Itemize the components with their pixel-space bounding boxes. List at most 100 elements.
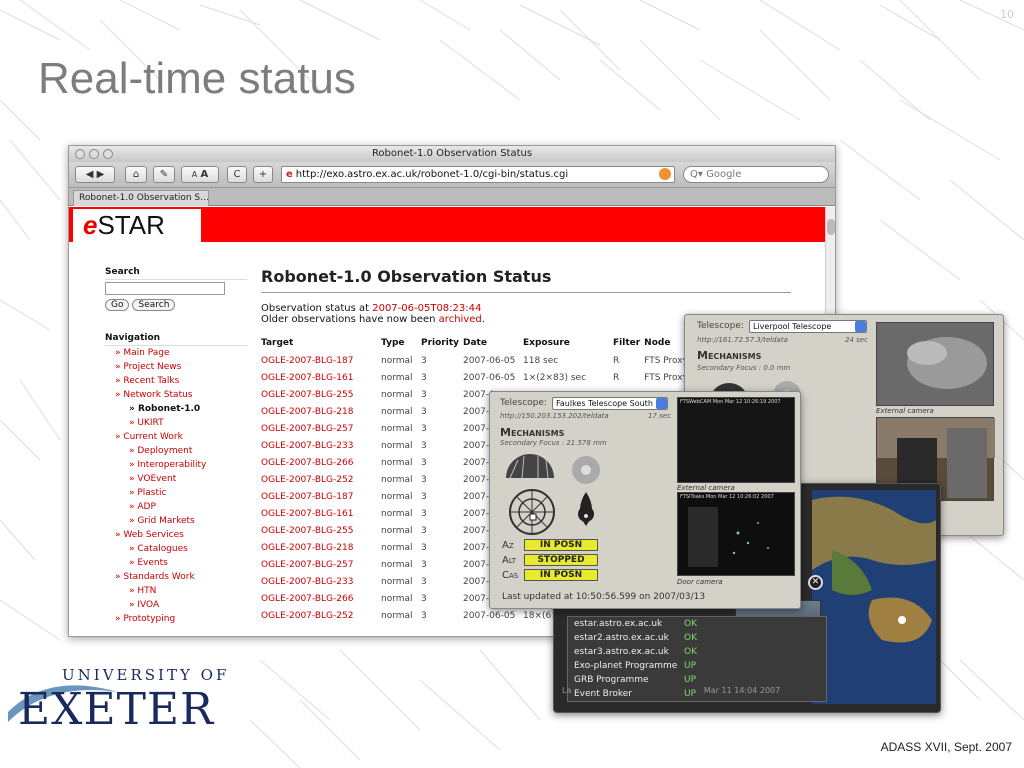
nav-item[interactable]: » ADP (105, 500, 247, 514)
close-window-button[interactable] (75, 149, 85, 159)
nav-item-label[interactable]: » Web Services (115, 530, 184, 540)
nav-item[interactable]: » HTN (105, 584, 247, 598)
telescope-select[interactable]: Liverpool Telescope (749, 320, 867, 333)
nav-item-label[interactable]: » Recent Talks (115, 376, 179, 386)
status-row: GRB Programme UP (568, 673, 826, 687)
nav-item[interactable]: » Main Page (105, 346, 247, 360)
home-button[interactable]: ⌂ (125, 166, 147, 183)
nav-item[interactable]: » Prototyping (105, 612, 247, 626)
target-link[interactable]: OGLE-2007-BLG-266 (261, 454, 381, 471)
target-link[interactable]: OGLE-2007-BLG-187 (261, 488, 381, 505)
nav-item[interactable]: » Grid Markets (105, 514, 247, 528)
nav-item-label[interactable]: » Main Page (115, 348, 170, 358)
nav-item-label[interactable]: » Current Work (115, 432, 183, 442)
service-name: estar2.astro.ex.ac.uk (574, 633, 669, 643)
target-link[interactable]: OGLE-2007-BLG-252 (261, 471, 381, 488)
edit-button[interactable]: ✎ (153, 166, 175, 183)
nav-item-label[interactable]: » Robonet-1.0 (129, 404, 200, 414)
telescope-select-value: Faulkes Telescope South (556, 399, 653, 408)
target-link[interactable]: OGLE-2007-BLG-252 (261, 607, 381, 624)
target-link[interactable]: OGLE-2007-BLG-161 (261, 369, 381, 386)
faulkes-external-camera: FTSWebCAM Mon Mar 12 10:26:19 2007 (677, 397, 795, 483)
tab-observation-status[interactable]: Robonet-1.0 Observation S… (73, 190, 209, 206)
table-cell: 2007-06-05 (463, 355, 516, 366)
nav-item-label[interactable]: » Network Status (115, 390, 192, 400)
service-status: OK (684, 633, 697, 643)
window-controls[interactable] (75, 149, 113, 159)
table-cell: 118 sec (523, 355, 559, 366)
scrollbar-thumb[interactable] (827, 219, 835, 235)
nav-item-label[interactable]: » VOEvent (129, 474, 176, 484)
google-search-input[interactable]: Q▾ Google (683, 166, 829, 183)
nav-item-label[interactable]: » Deployment (129, 446, 192, 456)
target-link[interactable]: OGLE-2007-BLG-218 (261, 403, 381, 420)
target-link[interactable]: OGLE-2007-BLG-187 (261, 352, 381, 369)
target-link[interactable]: OGLE-2007-BLG-266 (261, 590, 381, 607)
nav-item[interactable]: » Project News (105, 360, 247, 374)
target-link[interactable]: OGLE-2007-BLG-161 (261, 505, 381, 522)
zoom-window-button[interactable] (103, 149, 113, 159)
nav-item[interactable]: » Catalogues (105, 542, 247, 556)
nav-item-label[interactable]: » Standards Work (115, 572, 195, 582)
nav-item-label[interactable]: » Plastic (129, 488, 166, 498)
nav-item-label[interactable]: » Catalogues (129, 544, 188, 554)
status-row: estar3.astro.ex.ac.uk OK (568, 645, 826, 659)
service-name: estar3.astro.ex.ac.uk (574, 647, 669, 657)
telescope-select[interactable]: Faulkes Telescope South (552, 397, 668, 410)
nav-item[interactable]: » Events (105, 556, 247, 570)
nav-item[interactable]: » Deployment (105, 444, 247, 458)
nav-item-label[interactable]: » Prototyping (115, 614, 175, 624)
nav-item[interactable]: » Recent Talks (105, 374, 247, 388)
text-smaller-icon[interactable]: A (192, 170, 197, 179)
text-size-button[interactable]: A A (181, 166, 219, 183)
nav-item[interactable]: » Current Work (105, 430, 247, 444)
nav-item[interactable]: » Standards Work (105, 570, 247, 584)
back-icon[interactable]: ◀ (86, 169, 94, 180)
address-bar[interactable]: e http://exo.astro.ex.ac.uk/robonet-1.0/c… (281, 166, 675, 183)
nav-item[interactable]: » VOEvent (105, 472, 247, 486)
target-link[interactable]: OGLE-2007-BLG-233 (261, 437, 381, 454)
faulkes-telescope-panel: Telescope: Faulkes Telescope South http:… (489, 391, 801, 609)
nav-item[interactable]: » Robonet-1.0 (105, 402, 247, 416)
nav-item-label[interactable]: » ADP (129, 502, 156, 512)
forward-icon[interactable]: ▶ (97, 169, 105, 180)
table-cell: normal (381, 525, 413, 536)
nav-item-label[interactable]: » IVOA (129, 600, 159, 610)
close-icon[interactable]: ✕ (808, 575, 823, 590)
target-link[interactable]: OGLE-2007-BLG-233 (261, 573, 381, 590)
target-link[interactable]: OGLE-2007-BLG-218 (261, 539, 381, 556)
nav-item-label[interactable]: » Events (129, 558, 168, 568)
target-link[interactable]: OGLE-2007-BLG-255 (261, 522, 381, 539)
add-bookmark-button[interactable]: + (253, 166, 273, 183)
table-cell: 3 (421, 525, 427, 536)
table-cell: 3 (421, 508, 427, 519)
target-link[interactable]: OGLE-2007-BLG-255 (261, 386, 381, 403)
nav-item-label[interactable]: » Project News (115, 362, 181, 372)
table-cell: 3 (421, 457, 427, 468)
nav-item-label[interactable]: » UKIRT (129, 418, 164, 428)
nav-item-label[interactable]: » HTN (129, 586, 156, 596)
table-cell: 2007-06-05 (463, 610, 516, 621)
nav-item[interactable]: » Interoperability (105, 458, 247, 472)
target-link[interactable]: OGLE-2007-BLG-257 (261, 556, 381, 573)
sidebar-search-input[interactable] (105, 282, 225, 295)
nav-item[interactable]: » UKIRT (105, 416, 247, 430)
reload-button[interactable]: C (227, 166, 247, 183)
back-forward-button[interactable]: ◀ ▶ (75, 166, 115, 183)
archived-link[interactable]: archived (439, 314, 482, 325)
target-link[interactable]: OGLE-2007-BLG-257 (261, 420, 381, 437)
rss-icon[interactable] (659, 168, 671, 180)
telescope-url: http://150.203.153.202/teldata (500, 412, 609, 420)
search-button[interactable]: Search (132, 299, 176, 311)
nav-item-label[interactable]: » Grid Markets (129, 516, 195, 526)
go-button[interactable]: Go (105, 299, 130, 311)
nav-item[interactable]: » Web Services (105, 528, 247, 542)
nav-item[interactable]: » IVOA (105, 598, 247, 612)
text-larger-icon[interactable]: A (200, 169, 208, 180)
minimize-window-button[interactable] (89, 149, 99, 159)
estar-logo[interactable]: eSTAR (73, 209, 201, 242)
nav-item[interactable]: » Plastic (105, 486, 247, 500)
secondary-focus: Secondary Focus : 0.0 mm (697, 364, 791, 372)
nav-item[interactable]: » Network Status (105, 388, 247, 402)
nav-item-label[interactable]: » Interoperability (129, 460, 206, 470)
